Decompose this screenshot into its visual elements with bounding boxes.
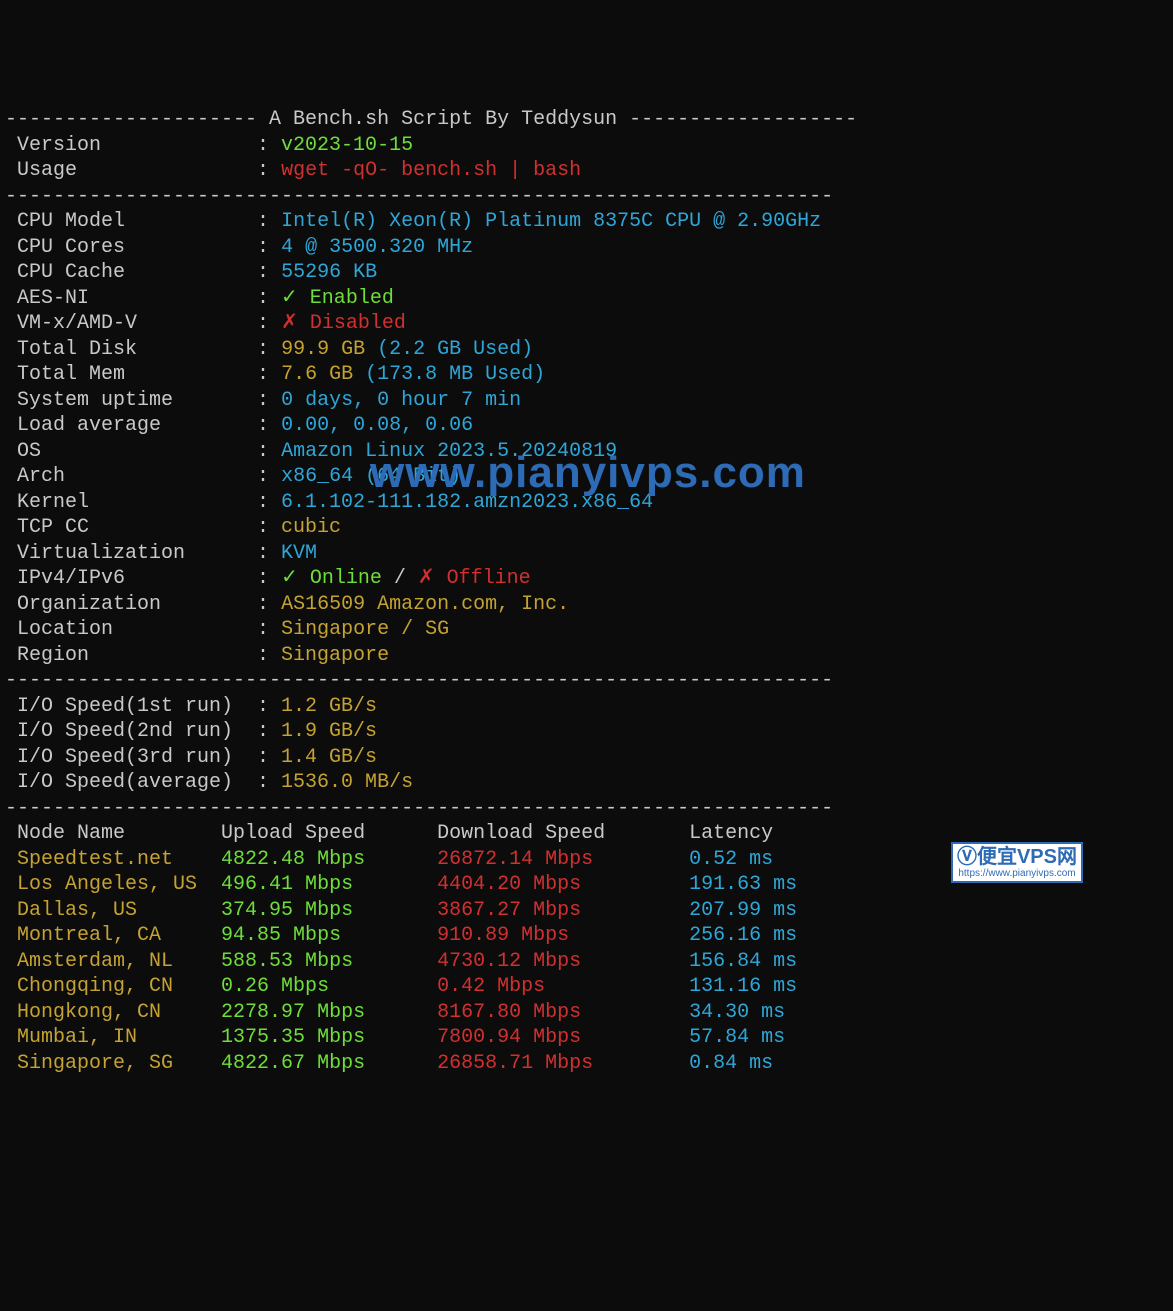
- watermark-text: www.pianyivps.com: [370, 460, 806, 486]
- sysinfo-row: Location : Singapore / SG: [5, 617, 1173, 643]
- sysinfo-row: CPU Cores : 4 @ 3500.320 MHz: [5, 235, 1173, 261]
- sysinfo-row: System uptime : 0 days, 0 hour 7 min: [5, 388, 1173, 414]
- sysinfo-row: Total Mem : 7.6 GB (173.8 MB Used): [5, 362, 1173, 388]
- site-badge: Ⓥ便宜VPS网 https://www.pianyivps.com: [951, 842, 1083, 883]
- usage-line: Usage : wget -qO- bench.sh | bash: [5, 158, 1173, 184]
- io-speed-row: I/O Speed(1st run) : 1.2 GB/s: [5, 694, 1173, 720]
- divider: ----------------------------------------…: [5, 668, 1173, 694]
- sysinfo-row: Total Disk : 99.9 GB (2.2 GB Used): [5, 337, 1173, 363]
- sysinfo-row: AES-NI : ✓ Enabled: [5, 286, 1173, 312]
- divider: ----------------------------------------…: [5, 184, 1173, 210]
- speedtest-row: Montreal, CA 94.85 Mbps 910.89 Mbps 256.…: [5, 923, 1173, 949]
- sysinfo-row: Load average : 0.00, 0.08, 0.06: [5, 413, 1173, 439]
- io-speed-row: I/O Speed(2nd run) : 1.9 GB/s: [5, 719, 1173, 745]
- speedtest-row: Dallas, US 374.95 Mbps 3867.27 Mbps 207.…: [5, 898, 1173, 924]
- sysinfo-row: Organization : AS16509 Amazon.com, Inc.: [5, 592, 1173, 618]
- badge-url: https://www.pianyivps.com: [957, 868, 1077, 879]
- io-speed-row: I/O Speed(3rd run) : 1.4 GB/s: [5, 745, 1173, 771]
- speedtest-row: Chongqing, CN 0.26 Mbps 0.42 Mbps 131.16…: [5, 974, 1173, 1000]
- badge-name: 便宜VPS网: [977, 846, 1077, 868]
- sysinfo-row: Region : Singapore: [5, 643, 1173, 669]
- speedtest-row: Hongkong, CN 2278.97 Mbps 8167.80 Mbps 3…: [5, 1000, 1173, 1026]
- sysinfo-row: CPU Cache : 55296 KB: [5, 260, 1173, 286]
- sysinfo-row: IPv4/IPv6 : ✓ Online / ✗ Offline: [5, 566, 1173, 592]
- badge-logo-icon: Ⓥ: [957, 846, 977, 868]
- speedtest-row: Singapore, SG 4822.67 Mbps 26858.71 Mbps…: [5, 1051, 1173, 1077]
- sysinfo-row: CPU Model : Intel(R) Xeon(R) Platinum 83…: [5, 209, 1173, 235]
- sysinfo-row: TCP CC : cubic: [5, 515, 1173, 541]
- version-line: Version : v2023-10-15: [5, 133, 1173, 159]
- sysinfo-row: Virtualization : KVM: [5, 541, 1173, 567]
- sysinfo-row: VM-x/AMD-V : ✗ Disabled: [5, 311, 1173, 337]
- speedtest-row: Mumbai, IN 1375.35 Mbps 7800.94 Mbps 57.…: [5, 1025, 1173, 1051]
- divider: ----------------------------------------…: [5, 796, 1173, 822]
- terminal-output: --------------------- A Bench.sh Script …: [5, 107, 1173, 1076]
- speedtest-row: Amsterdam, NL 588.53 Mbps 4730.12 Mbps 1…: [5, 949, 1173, 975]
- io-speed-row: I/O Speed(average) : 1536.0 MB/s: [5, 770, 1173, 796]
- header-title: --------------------- A Bench.sh Script …: [5, 107, 1173, 133]
